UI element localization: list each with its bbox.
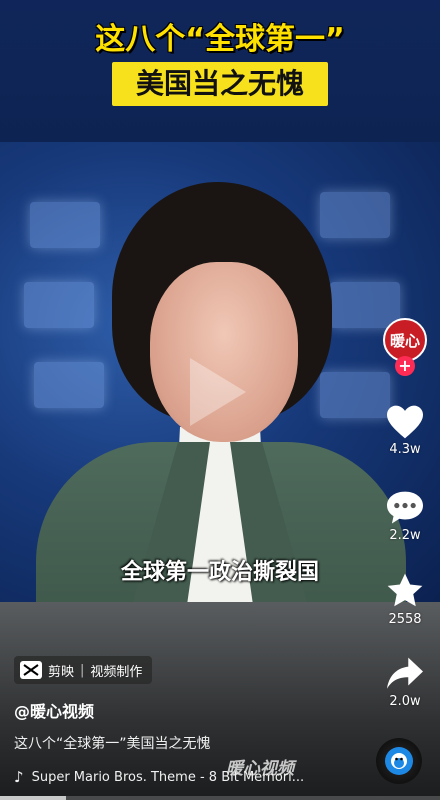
- follow-button[interactable]: +: [395, 356, 415, 376]
- title-line-1: 这八个“全球第一”: [95, 22, 345, 57]
- capcut-divider: |: [80, 662, 85, 678]
- heart-icon: [387, 405, 423, 439]
- comment-count: 2.2w: [389, 528, 421, 543]
- star-icon: [387, 573, 423, 607]
- like-button[interactable]: 4.3w: [370, 404, 440, 457]
- share-count: 2.0w: [389, 694, 421, 709]
- background-screen: [24, 282, 94, 328]
- music-info[interactable]: ♪ Super Mario Bros. Theme - 8 Bit Memori…: [14, 768, 334, 786]
- comment-button[interactable]: 2.2w: [370, 490, 440, 543]
- background-screen: [320, 192, 390, 238]
- play-icon[interactable]: [190, 358, 246, 426]
- share-button[interactable]: 2.0w: [370, 656, 440, 709]
- capcut-app-name: 剪映: [48, 664, 75, 680]
- background-screen: [30, 202, 100, 248]
- favorite-count: 2558: [388, 612, 422, 627]
- music-title: Super Mario Bros. Theme - 8 Bit Memori..…: [31, 769, 305, 785]
- video-title-banner: 这八个“全球第一” 美国当之无愧: [0, 0, 440, 142]
- favorite-button[interactable]: 2558: [370, 572, 440, 627]
- title-line-2: 美国当之无愧: [135, 67, 304, 100]
- music-disc[interactable]: [376, 738, 422, 784]
- capcut-label: 视频制作: [90, 664, 143, 680]
- capcut-logo-icon: [20, 661, 42, 679]
- author-name[interactable]: @暖心视频: [14, 698, 94, 722]
- playback-progress-fill: [0, 796, 66, 800]
- like-count: 4.3w: [389, 442, 421, 457]
- disc-avatar-icon: [385, 747, 413, 775]
- playback-progress-bar[interactable]: [0, 796, 440, 800]
- title-line-2-box: 美国当之无愧: [112, 62, 328, 106]
- capcut-badge[interactable]: 剪映 | 视频制作: [14, 656, 153, 684]
- share-icon: [387, 657, 423, 689]
- comment-icon: [387, 491, 423, 524]
- background-screen: [330, 282, 400, 328]
- tiktok-note-icon: ♪: [14, 768, 24, 786]
- background-screen: [34, 362, 104, 408]
- post-description: 这八个“全球第一”美国当之无愧: [14, 736, 211, 752]
